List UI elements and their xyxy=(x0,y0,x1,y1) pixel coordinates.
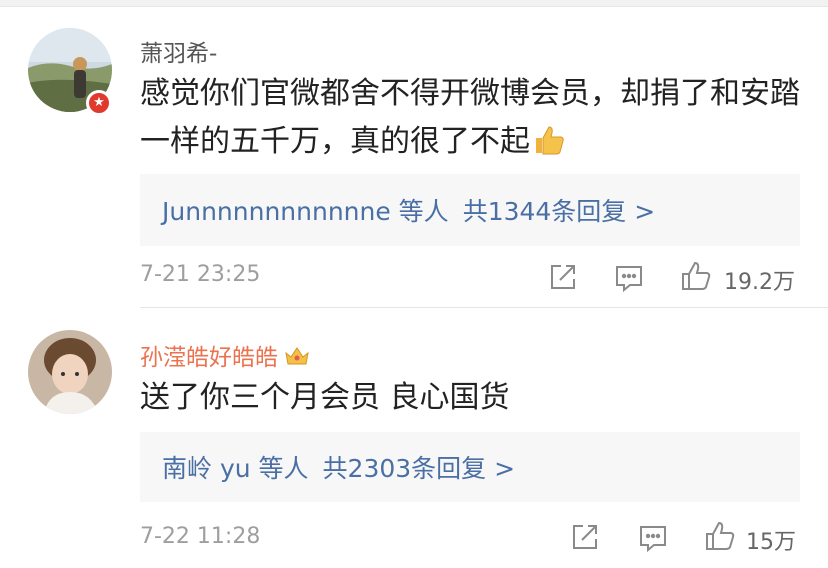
share-icon[interactable] xyxy=(570,522,600,556)
avatar[interactable] xyxy=(28,330,112,414)
replies-count[interactable]: 共1344条回复 > xyxy=(463,192,656,228)
comment-icon[interactable] xyxy=(638,524,668,556)
comment-body: 感觉你们官微都舍不得开微博会员，却捐了和安踏一样的五千万，真的很了不起 xyxy=(140,76,800,159)
share-icon[interactable] xyxy=(548,262,578,296)
like-count: 15万 xyxy=(746,530,796,555)
replies-count[interactable]: 共2303条回复 > xyxy=(323,449,516,485)
username-label: 孙滢皓好皓皓 xyxy=(140,345,278,371)
like-icon[interactable] xyxy=(680,260,712,296)
comment-text: 送了你三个月会员 良心国货 xyxy=(140,380,510,415)
crown-icon xyxy=(284,345,310,373)
username[interactable]: 孙滢皓好皓皓 xyxy=(140,338,310,373)
comment-icon[interactable] xyxy=(614,264,644,296)
timestamp: 7-22 11:28 xyxy=(140,524,261,549)
thumbs-up-icon xyxy=(532,123,566,172)
replies-summary[interactable]: Junnnnnnnnnnnne 等人 共1344条回复 > xyxy=(140,174,800,246)
comment-item: ★ 萧羽希- 感觉你们官微都舍不得开微博会员，却捐了和安踏一样的五千万，真的很了… xyxy=(0,6,828,306)
like-icon[interactable] xyxy=(704,520,736,556)
comment-divider xyxy=(140,307,828,308)
comment-item: 孙滢皓好皓皓 送了你三个月会员 良心国货 南岭 yu 等人 共2303条回复 > … xyxy=(0,316,828,568)
verified-star-icon: ★ xyxy=(86,90,112,116)
replies-who[interactable]: 南岭 yu 等人 xyxy=(162,449,309,485)
replies-summary[interactable]: 南岭 yu 等人 共2303条回复 > xyxy=(140,432,800,502)
like-count: 19.2万 xyxy=(724,270,795,295)
replies-who[interactable]: Junnnnnnnnnnnne 等人 xyxy=(162,192,449,228)
timestamp: 7-21 23:25 xyxy=(140,262,261,287)
username[interactable]: 萧羽希- xyxy=(140,34,217,68)
comment-text: 感觉你们官微都舍不得开微博会员，却捐了和安踏一样的五千万，真的很了不起 xyxy=(140,70,810,172)
